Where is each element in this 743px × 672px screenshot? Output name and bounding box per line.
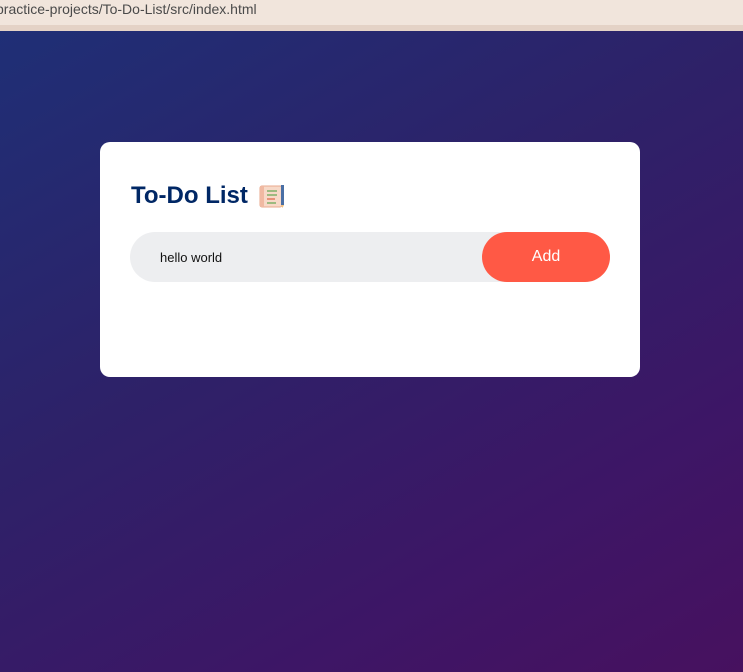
address-url[interactable]: practice-projects/To-Do-List/src/index.h…: [0, 1, 257, 17]
todo-card: To-Do List Add: [100, 142, 640, 377]
add-button[interactable]: Add: [482, 232, 610, 282]
task-input[interactable]: [160, 232, 470, 282]
task-input-row: Add: [130, 232, 610, 282]
title-row: To-Do List: [131, 182, 286, 210]
page-background: To-Do List Add: [0, 31, 743, 672]
browser-address-bar[interactable]: practice-projects/To-Do-List/src/index.h…: [0, 0, 743, 31]
page-title: To-Do List: [131, 182, 248, 209]
notebook-icon: [258, 183, 286, 209]
